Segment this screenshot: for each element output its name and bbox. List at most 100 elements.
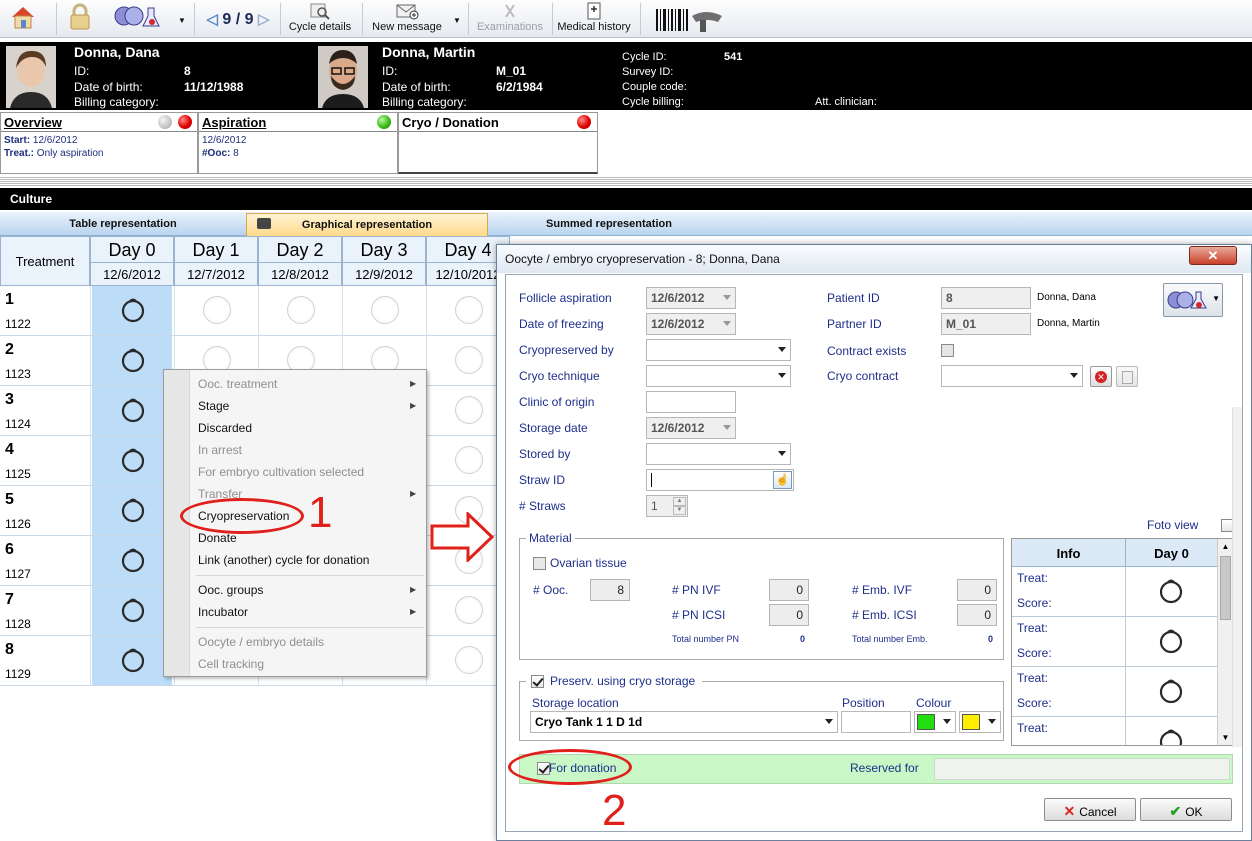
medical-history-button[interactable]: Medical history: [555, 2, 633, 36]
colour1-select[interactable]: [914, 711, 956, 733]
oocyte-icon[interactable]: [119, 346, 147, 374]
preserv-cryo-storage-checkbox[interactable]: [531, 675, 544, 688]
patient-switch-button[interactable]: [110, 2, 170, 36]
examinations-button[interactable]: Examinations: [472, 2, 548, 36]
oocyte-icon[interactable]: [119, 546, 147, 574]
empty-cell-icon[interactable]: [287, 296, 315, 324]
info-row[interactable]: Treat:Score:: [1012, 667, 1217, 717]
new-message-dropdown[interactable]: ▼: [451, 2, 463, 36]
stored-by-select[interactable]: [646, 443, 791, 465]
emb-icsi-label: # Emb. ICSI: [852, 608, 917, 622]
info-table-scrollbar[interactable]: ▲ ▼: [1217, 539, 1232, 745]
patient-id: 8: [184, 64, 191, 78]
menu-item-in-arrest[interactable]: In arrest: [198, 443, 242, 457]
lock-button[interactable]: [64, 2, 96, 36]
menu-item-oocyte-details[interactable]: Oocyte / embryo details: [198, 635, 324, 649]
oocyte-icon[interactable]: [119, 646, 147, 674]
menu-item-incubator[interactable]: Incubator: [198, 605, 248, 619]
dialog-body: Follicle aspiration 12/6/2012 Date of fr…: [505, 274, 1243, 832]
oocyte-icon[interactable]: [1157, 727, 1185, 745]
open-contract-button[interactable]: [1116, 366, 1138, 387]
colour-swatch: [917, 714, 935, 730]
empty-cell-icon[interactable]: [371, 296, 399, 324]
colour2-select[interactable]: [959, 711, 1001, 733]
menu-item-cell-tracking[interactable]: Cell tracking: [198, 657, 264, 671]
new-message-button[interactable]: New message: [366, 2, 448, 36]
lock-icon: [70, 3, 90, 30]
tab-summed-representation[interactable]: Summed representation: [488, 213, 730, 236]
straws-stepper[interactable]: 1 ▲ ▼: [646, 495, 688, 517]
next-arrow-icon[interactable]: ▷: [258, 11, 270, 28]
overview-panel[interactable]: Overview Start: 12/6/2012 Treat.: Only a…: [0, 112, 198, 174]
menu-item-stage[interactable]: Stage: [198, 399, 229, 413]
close-button[interactable]: ✕: [1189, 246, 1237, 265]
scroll-down-icon[interactable]: ▼: [1219, 731, 1232, 745]
oocyte-icon[interactable]: [1157, 677, 1185, 705]
hand-pick-icon[interactable]: ☝: [773, 471, 792, 489]
submenu-arrow-icon: ▶: [410, 379, 417, 388]
cryopreserved-by-select[interactable]: [646, 339, 791, 361]
oocyte-icon[interactable]: [119, 396, 147, 424]
patient-switch-dropdown[interactable]: ▼: [176, 2, 188, 36]
oocyte-icon[interactable]: [119, 496, 147, 524]
oocyte-icon[interactable]: [119, 446, 147, 474]
row-number: 7: [5, 591, 14, 608]
menu-item-link-cycle[interactable]: Link (another) cycle for donation: [198, 553, 369, 567]
reserved-for-field[interactable]: [934, 758, 1230, 780]
menu-item-ooc-groups[interactable]: Ooc. groups: [198, 583, 263, 597]
cryo-panel[interactable]: Cryo / Donation: [398, 112, 598, 174]
contract-exists-checkbox[interactable]: [941, 344, 954, 357]
treat-label: Treat:: [1017, 721, 1048, 735]
row-id: 1122: [5, 317, 31, 331]
date-of-freezing-field[interactable]: 12/6/2012: [646, 313, 736, 335]
scrollbar-thumb[interactable]: [1220, 556, 1231, 620]
clinic-of-origin-field[interactable]: [646, 391, 736, 413]
empty-cell-icon[interactable]: [455, 646, 483, 674]
tab-table-representation[interactable]: Table representation: [0, 213, 246, 236]
empty-cell-icon[interactable]: [455, 296, 483, 324]
home-button[interactable]: [6, 2, 40, 36]
dialog-scrollbar[interactable]: [1232, 407, 1242, 747]
tab-graphical-representation[interactable]: Graphical representation: [246, 213, 488, 236]
oocyte-icon[interactable]: [1157, 627, 1185, 655]
cancel-button[interactable]: ✕ Cancel: [1044, 798, 1136, 821]
menu-item-ooc-treatment[interactable]: Ooc. treatment: [198, 377, 277, 391]
cycle-details-button[interactable]: Cycle details: [284, 2, 356, 36]
menu-item-discarded[interactable]: Discarded: [198, 421, 252, 435]
score-label: Score:: [1017, 646, 1052, 660]
empty-cell-icon[interactable]: [203, 296, 231, 324]
cryo-contract-select[interactable]: [941, 365, 1083, 387]
ok-button[interactable]: ✔ OK: [1140, 798, 1232, 821]
empty-cell-icon[interactable]: [455, 446, 483, 474]
storage-location-select[interactable]: Cryo Tank 1 1 D 1d: [530, 711, 838, 733]
follicle-aspiration-field[interactable]: 12/6/2012: [646, 287, 736, 309]
cryo-technique-select[interactable]: [646, 365, 791, 387]
storage-date-field[interactable]: 12/6/2012: [646, 417, 736, 439]
oocyte-icon[interactable]: [119, 596, 147, 624]
straw-id-input[interactable]: ☝: [646, 469, 794, 491]
info-row[interactable]: Treat:Score:: [1012, 717, 1217, 745]
position-field[interactable]: [841, 711, 911, 733]
tab-graphical-label: Graphical representation: [301, 219, 433, 231]
menu-item-embryo-cultivation[interactable]: For embryo cultivation selected: [198, 465, 364, 479]
dialog-title: Oocyte / embryo cryopreservation - 8; Do…: [497, 245, 1251, 273]
clear-contract-button[interactable]: ✕: [1090, 366, 1112, 387]
oocyte-icon[interactable]: [1157, 577, 1185, 605]
info-row[interactable]: Treat:Score:: [1012, 617, 1217, 667]
dialog-couple-button[interactable]: ▼: [1163, 283, 1223, 317]
empty-cell-icon[interactable]: [455, 346, 483, 374]
submenu-arrow-icon: ▶: [410, 585, 417, 594]
prev-arrow-icon[interactable]: ◁: [206, 11, 218, 28]
position-label: Position: [842, 696, 885, 710]
scroll-up-icon[interactable]: ▲: [1219, 540, 1232, 554]
ovarian-tissue-checkbox[interactable]: [533, 557, 546, 570]
empty-cell-icon[interactable]: [455, 596, 483, 624]
info-row[interactable]: Treat:Score:: [1012, 567, 1217, 617]
barcode-scanner-button[interactable]: [652, 2, 728, 36]
day-header: Day 1 12/7/2012: [174, 236, 258, 286]
empty-cell-icon[interactable]: [455, 396, 483, 424]
grid-row[interactable]: 1 1122: [0, 286, 496, 336]
aspiration-panel[interactable]: Aspiration 12/6/2012 #Ooc: 8: [198, 112, 398, 174]
pn-icsi-label: # PN ICSI: [672, 608, 726, 622]
oocyte-icon[interactable]: [119, 296, 147, 324]
